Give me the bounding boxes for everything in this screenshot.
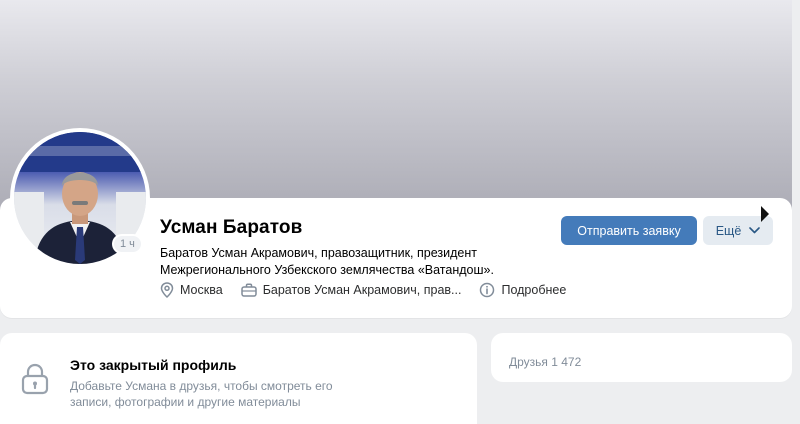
info-city[interactable]: Москва (160, 282, 223, 298)
info-city-label: Москва (180, 283, 223, 297)
chevron-down-icon (749, 227, 761, 234)
closed-profile-title: Это закрытый профиль (70, 357, 237, 373)
online-status-badge: 1 ч (112, 234, 143, 254)
info-work[interactable]: Баратов Усман Акрамович, прав... (240, 283, 462, 297)
info-more-label: Подробнее (501, 283, 567, 297)
more-button-label: Ещё (715, 223, 742, 238)
cursor-arrow-icon (761, 206, 769, 222)
location-icon (160, 282, 174, 298)
profile-status: Баратов Усман Акрамович, правозащитник, … (160, 245, 530, 279)
profile-name: Усман Баратов (160, 217, 303, 238)
lock-icon (21, 363, 49, 395)
briefcase-icon (240, 283, 257, 297)
info-icon (480, 282, 495, 298)
info-more[interactable]: Подробнее (479, 282, 566, 298)
status-line-1: Баратов Усман Акрамович, правозащитник, … (160, 246, 477, 260)
send-request-button[interactable]: Отправить заявку (561, 216, 697, 245)
profile-info-row: Москва Баратов Усман Акрамович, прав... … (160, 281, 584, 299)
friends-count-label[interactable]: Друзья 1 472 (509, 355, 581, 369)
status-line-2: Межрегионального Узбекского землячества … (160, 263, 494, 277)
online-status-label: 1 ч (114, 236, 141, 252)
info-work-label: Баратов Усман Акрамович, прав... (262, 283, 462, 297)
closed-profile-description: Добавьте Усмана в друзья, чтобы смотреть… (70, 379, 333, 409)
